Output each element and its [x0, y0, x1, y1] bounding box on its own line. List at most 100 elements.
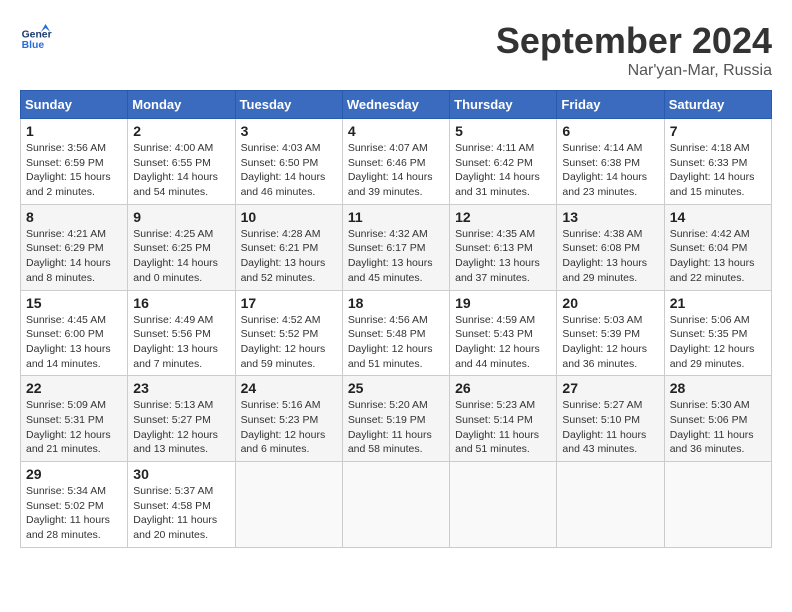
sunset-text: Sunset: 5:43 PM: [455, 328, 533, 340]
calendar-cell: 15Sunrise: 4:45 AMSunset: 6:00 PMDayligh…: [21, 290, 128, 376]
generalblue-logo-icon: General Blue: [20, 20, 52, 52]
day-of-week-header: Sunday: [21, 91, 128, 119]
daylight-text: Daylight: 12 hours and 59 minutes.: [241, 343, 326, 370]
daylight-text: Daylight: 12 hours and 36 minutes.: [562, 343, 647, 370]
sunset-text: Sunset: 6:04 PM: [670, 242, 748, 254]
location-subtitle: Nar'yan-Mar, Russia: [496, 62, 772, 80]
daylight-text: Daylight: 13 hours and 37 minutes.: [455, 257, 540, 284]
daylight-text: Daylight: 14 hours and 31 minutes.: [455, 171, 540, 198]
day-number: 26: [455, 380, 551, 396]
daylight-text: Daylight: 14 hours and 23 minutes.: [562, 171, 647, 198]
calendar-cell: [342, 462, 449, 548]
sunset-text: Sunset: 5:02 PM: [26, 500, 104, 512]
day-number: 2: [133, 123, 229, 139]
day-number: 19: [455, 295, 551, 311]
sunset-text: Sunset: 5:56 PM: [133, 328, 211, 340]
calendar-cell: 1Sunrise: 3:56 AMSunset: 6:59 PMDaylight…: [21, 119, 128, 205]
calendar-cell: 6Sunrise: 4:14 AMSunset: 6:38 PMDaylight…: [557, 119, 664, 205]
sunrise-text: Sunrise: 4:38 AM: [562, 228, 642, 240]
daylight-text: Daylight: 11 hours and 20 minutes.: [133, 514, 217, 541]
daylight-text: Daylight: 11 hours and 28 minutes.: [26, 514, 110, 541]
sunset-text: Sunset: 5:52 PM: [241, 328, 319, 340]
sunset-text: Sunset: 6:59 PM: [26, 157, 104, 169]
daylight-text: Daylight: 11 hours and 51 minutes.: [455, 429, 539, 456]
sunrise-text: Sunrise: 4:18 AM: [670, 142, 750, 154]
day-number: 21: [670, 295, 766, 311]
daylight-text: Daylight: 13 hours and 45 minutes.: [348, 257, 433, 284]
day-info: Sunrise: 4:18 AMSunset: 6:33 PMDaylight:…: [670, 141, 766, 200]
day-of-week-header: Tuesday: [235, 91, 342, 119]
sunset-text: Sunset: 5:14 PM: [455, 414, 533, 426]
day-number: 5: [455, 123, 551, 139]
sunrise-text: Sunrise: 4:25 AM: [133, 228, 213, 240]
daylight-text: Daylight: 13 hours and 14 minutes.: [26, 343, 111, 370]
day-number: 28: [670, 380, 766, 396]
daylight-text: Daylight: 14 hours and 46 minutes.: [241, 171, 326, 198]
sunrise-text: Sunrise: 5:34 AM: [26, 485, 106, 497]
day-info: Sunrise: 4:11 AMSunset: 6:42 PMDaylight:…: [455, 141, 551, 200]
day-info: Sunrise: 4:03 AM Sunset: 6:50 PM Daylight:…: [241, 141, 337, 200]
daylight-text: Daylight: 13 hours and 52 minutes.: [241, 257, 326, 284]
sunrise-text: Sunrise: 4:03 AM: [241, 142, 321, 154]
sunrise-text: Sunrise: 5:30 AM: [670, 399, 750, 411]
calendar-cell: 17Sunrise: 4:52 AMSunset: 5:52 PMDayligh…: [235, 290, 342, 376]
calendar-cell: 19Sunrise: 4:59 AMSunset: 5:43 PMDayligh…: [450, 290, 557, 376]
day-number: 18: [348, 295, 444, 311]
calendar-cell: 26Sunrise: 5:23 AMSunset: 5:14 PMDayligh…: [450, 376, 557, 462]
sunrise-text: Sunrise: 4:45 AM: [26, 314, 106, 326]
day-number: 14: [670, 209, 766, 225]
calendar-cell: [664, 462, 771, 548]
day-info: Sunrise: 5:30 AM Sunset: 5:06 PM Daylight:…: [670, 398, 766, 457]
sunset-text: Sunset: 4:58 PM: [133, 500, 211, 512]
calendar-week-row: 15Sunrise: 4:45 AMSunset: 6:00 PMDayligh…: [21, 290, 772, 376]
day-of-week-header: Saturday: [664, 91, 771, 119]
calendar-cell: 11Sunrise: 4:32 AMSunset: 6:17 PMDayligh…: [342, 204, 449, 290]
day-info: Sunrise: 5:37 AMSunset: 4:58 PMDaylight:…: [133, 484, 229, 543]
day-info: Sunrise: 4:25 AMSunset: 6:25 PMDaylight:…: [133, 227, 229, 286]
day-info: Sunrise: 5:27 AMSunset: 5:10 PMDaylight:…: [562, 398, 658, 457]
page-header: General Blue September 2024 Nar'yan-Mar,…: [20, 20, 772, 80]
calendar-cell: 25Sunrise: 5:20 AMSunset: 5:19 PMDayligh…: [342, 376, 449, 462]
sunset-text: Sunset: 5:35 PM: [670, 328, 748, 340]
daylight-text: Daylight: 11 hours and 36 minutes.: [670, 429, 754, 456]
day-number: 30: [133, 466, 229, 482]
day-info: Sunrise: 4:49 AMSunset: 5:56 PMDaylight:…: [133, 313, 229, 372]
sunset-text: Sunset: 5:27 PM: [133, 414, 211, 426]
sunset-text: Sunset: 5:39 PM: [562, 328, 640, 340]
day-info: Sunrise: 4:56 AMSunset: 5:48 PMDaylight:…: [348, 313, 444, 372]
daylight-text: Daylight: 14 hours and 0 minutes.: [133, 257, 218, 284]
day-number: 3: [241, 123, 337, 139]
sunset-text: Sunset: 6:29 PM: [26, 242, 104, 254]
calendar-cell: 20Sunrise: 5:03 AMSunset: 5:39 PMDayligh…: [557, 290, 664, 376]
sunset-text: Sunset: 6:08 PM: [562, 242, 640, 254]
sunset-text: Sunset: 6:38 PM: [562, 157, 640, 169]
sunrise-text: Sunrise: 4:59 AM: [455, 314, 535, 326]
daylight-text: Daylight: 12 hours and 21 minutes.: [26, 429, 111, 456]
day-number: 27: [562, 380, 658, 396]
sunrise-text: Sunrise: 4:11 AM: [455, 142, 534, 154]
day-number: 16: [133, 295, 229, 311]
day-number: 4: [348, 123, 444, 139]
day-info: Sunrise: 4:59 AMSunset: 5:43 PMDaylight:…: [455, 313, 551, 372]
day-number: 29: [26, 466, 122, 482]
day-info: Sunrise: 5:09 AMSunset: 5:31 PMDaylight:…: [26, 398, 122, 457]
day-info: Sunrise: 5:20 AMSunset: 5:19 PMDaylight:…: [348, 398, 444, 457]
calendar-cell: 10Sunrise: 4:28 AMSunset: 6:21 PMDayligh…: [235, 204, 342, 290]
sunrise-text: Sunrise: 4:56 AM: [348, 314, 428, 326]
calendar-cell: 9Sunrise: 4:25 AMSunset: 6:25 PMDaylight…: [128, 204, 235, 290]
calendar-cell: 3 Sunrise: 4:03 AM Sunset: 6:50 PM Daylight…: [235, 119, 342, 205]
calendar-cell: 2Sunrise: 4:00 AMSunset: 6:55 PMDaylight…: [128, 119, 235, 205]
svg-text:Blue: Blue: [22, 40, 45, 51]
sunrise-text: Sunrise: 4:21 AM: [26, 228, 106, 240]
daylight-text: Daylight: 11 hours and 58 minutes.: [348, 429, 432, 456]
day-info: Sunrise: 4:42 AMSunset: 6:04 PMDaylight:…: [670, 227, 766, 286]
sunset-text: Sunset: 6:50 PM: [241, 157, 319, 169]
day-info: Sunrise: 5:13 AMSunset: 5:27 PMDaylight:…: [133, 398, 229, 457]
daylight-text: Daylight: 12 hours and 13 minutes.: [133, 429, 218, 456]
title-block: September 2024 Nar'yan-Mar, Russia: [496, 20, 772, 80]
calendar-cell: 30 Sunrise: 5:37 AMSunset: 4:58 PMDayligh…: [128, 462, 235, 548]
calendar-cell: 22Sunrise: 5:09 AMSunset: 5:31 PMDayligh…: [21, 376, 128, 462]
sunset-text: Sunset: 5:19 PM: [348, 414, 426, 426]
sunset-text: Sunset: 5:06 PM: [670, 414, 748, 426]
sunrise-text: Sunrise: 5:27 AM: [562, 399, 642, 411]
